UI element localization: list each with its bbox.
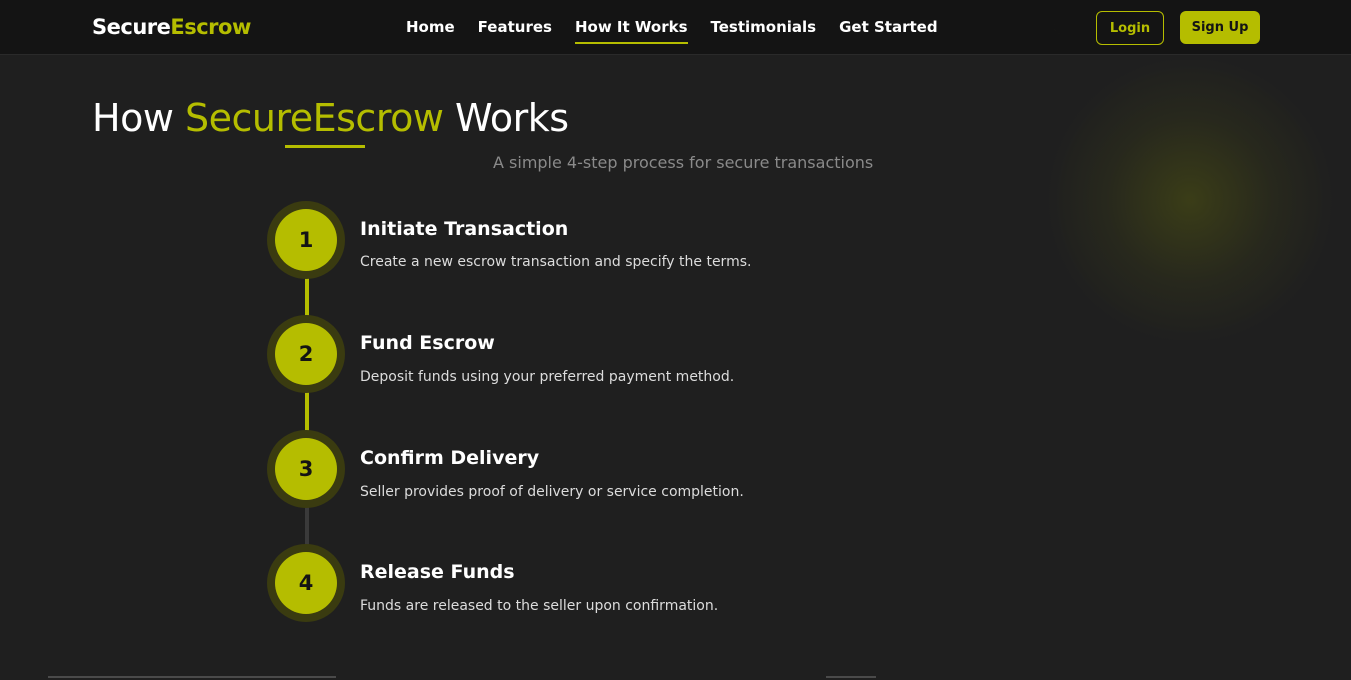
nav-link-get-started[interactable]: Get Started <box>839 18 937 36</box>
step-4-number: 4 <box>275 552 337 614</box>
step-2-description: Deposit funds using your preferred payme… <box>360 369 735 385</box>
next-section-edge-mid <box>826 676 876 678</box>
step-3-number: 3 <box>275 438 337 500</box>
step-2-title: Fund Escrow <box>360 332 495 354</box>
signup-button[interactable]: Sign Up <box>1180 11 1260 44</box>
page-title: How SecureEscrow Works <box>92 96 569 140</box>
nav-link-testimonials[interactable]: Testimonials <box>711 18 817 36</box>
page-title-accent: SecureEscrow <box>184 96 444 140</box>
brand-logo-part2: Escrow <box>170 15 251 39</box>
step-3-marker: 3 <box>267 430 345 508</box>
page-title-post: Works <box>443 96 569 140</box>
moon-icon[interactable] <box>1050 17 1070 37</box>
nav-link-home[interactable]: Home <box>406 18 455 36</box>
brand-logo[interactable]: SecureEscrow <box>92 15 251 39</box>
background-glow <box>1040 60 1340 340</box>
step-1-number: 1 <box>275 209 337 271</box>
step-1-title: Initiate Transaction <box>360 218 569 240</box>
step-4-description: Funds are released to the seller upon co… <box>360 598 719 614</box>
next-section-edge-left <box>48 676 336 678</box>
nav-link-features[interactable]: Features <box>478 18 552 36</box>
nav-link-how-it-works[interactable]: How It Works <box>574 18 688 44</box>
nav-links: Home Features How It Works Testimonials … <box>406 18 961 44</box>
step-2-marker: 2 <box>267 315 345 393</box>
step-3-title: Confirm Delivery <box>360 447 540 469</box>
title-underline <box>285 145 365 148</box>
page-subtitle: A simple 4-step process for secure trans… <box>493 153 874 172</box>
step-4-title: Release Funds <box>360 561 515 583</box>
login-button[interactable]: Login <box>1096 11 1164 45</box>
brand-logo-part1: Secure <box>92 15 171 39</box>
step-3-description: Seller provides proof of delivery or ser… <box>360 484 744 500</box>
top-navbar: SecureEscrow Home Features How It Works … <box>0 0 1351 55</box>
page-title-pre: How <box>92 96 185 140</box>
step-4-marker: 4 <box>267 544 345 622</box>
step-1-marker: 1 <box>267 201 345 279</box>
step-2-number: 2 <box>275 323 337 385</box>
step-1-description: Create a new escrow transaction and spec… <box>360 254 752 270</box>
